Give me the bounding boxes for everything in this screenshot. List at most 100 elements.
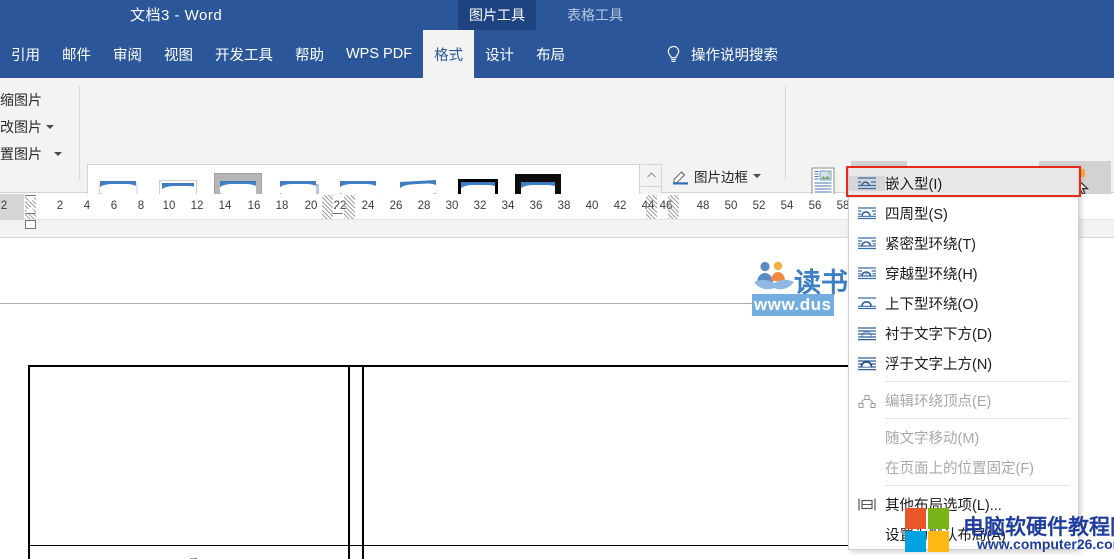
menu-item-label: 穿越型环绕(H): [885, 263, 978, 284]
menu-item-move-with-text: 随文字移动(M): [849, 422, 1078, 452]
tab-review[interactable]: 审阅: [102, 30, 153, 78]
ruler-tick: 48: [697, 200, 710, 212]
ruler-tick: 28: [418, 200, 431, 212]
menu-item-label: 紧密型环绕(T): [885, 233, 976, 254]
lightbulb-icon: [665, 45, 682, 64]
ruler-tick: 42: [614, 200, 627, 212]
compress-pictures-label: 缩图片: [0, 90, 42, 110]
ruler-tick: 50: [725, 200, 738, 212]
menu-item-in-front-of-text[interactable]: 浮于文字上方(N): [849, 348, 1078, 378]
menu-separator: [885, 418, 1070, 419]
title-bar: 文档3 - Word 图片工具 表格工具: [0, 0, 1114, 30]
tab-help[interactable]: 帮助: [284, 30, 335, 78]
change-picture-label: 改图片: [0, 117, 42, 137]
ruler-tick: 36: [530, 200, 543, 212]
ruler-tick: 2: [1, 200, 7, 212]
picture-border-label: 图片边框: [694, 166, 748, 186]
ruler-tick: 32: [474, 200, 487, 212]
menu-item-square[interactable]: 四周型(S): [849, 198, 1078, 228]
gallery-scroll-up-button[interactable]: [641, 165, 661, 187]
ruler-tick: 4: [84, 200, 90, 212]
menu-item-behind-text[interactable]: 衬于文字下方(D): [849, 318, 1078, 348]
group-separator: [79, 86, 80, 180]
ruler-tick: 38: [558, 200, 571, 212]
header-separator: [0, 303, 805, 304]
document-page[interactable]: [0, 238, 852, 559]
ruler-tick: 6: [111, 200, 117, 212]
wrap-tight-icon: [849, 236, 885, 251]
tab-developer[interactable]: 开发工具: [204, 30, 284, 78]
menu-item-tight[interactable]: 紧密型环绕(T): [849, 228, 1078, 258]
menu-item-label: 浮于文字上方(N): [885, 353, 992, 374]
layout-options-icon: [849, 497, 885, 512]
chevron-down-icon: [753, 174, 761, 178]
menu-separator: [885, 381, 1070, 382]
table-row-divider: [28, 545, 863, 546]
ruler-tick: 8: [138, 200, 144, 212]
menu-separator: [885, 485, 1070, 486]
picture-border-icon: [672, 168, 689, 185]
wrap-in-front-icon: [849, 356, 885, 371]
ruler-tick: 56: [809, 200, 822, 212]
wrap-inline-icon: [849, 176, 885, 191]
tab-mailings[interactable]: 邮件: [51, 30, 102, 78]
menu-item-through[interactable]: 穿越型环绕(H): [849, 258, 1078, 288]
ruler-tick: 34: [502, 200, 515, 212]
group-separator: [785, 86, 786, 180]
tab-design[interactable]: 设计: [474, 30, 525, 78]
tab-format[interactable]: 格式: [423, 30, 474, 78]
edit-wrap-points-icon: [849, 393, 885, 408]
ruler-tick: 24: [362, 200, 375, 212]
ruler-tick: 16: [248, 200, 261, 212]
change-picture-button[interactable]: 改图片: [0, 113, 72, 140]
chevron-down-icon: [46, 125, 54, 129]
ruler-tick: 10: [163, 200, 176, 212]
ruler-tick: 40: [586, 200, 599, 212]
reset-picture-label: 置图片: [0, 144, 42, 164]
wrap-text-dropdown-menu[interactable]: 嵌入型(I) 四周型(S) 紧密型环绕(T): [848, 166, 1079, 550]
tab-stop-marker[interactable]: [322, 195, 333, 219]
tab-layout[interactable]: 布局: [525, 30, 576, 78]
tab-view[interactable]: 视图: [153, 30, 204, 78]
contextual-tab-picture-tools: 图片工具: [458, 0, 536, 30]
menu-item-label: 在页面上的位置固定(F): [885, 457, 1034, 478]
menu-item-label: 衬于文字下方(D): [885, 323, 992, 344]
ruler-tick: 2: [57, 200, 63, 212]
windows-logo-icon: [905, 508, 950, 553]
ribbon-tabs: 引用 邮件 审阅 视图 开发工具 帮助 WPS PDF 格式 设计 布局: [0, 30, 576, 78]
ruler-tick: 54: [781, 200, 794, 212]
table-border-top: [28, 365, 863, 367]
compress-pictures-button[interactable]: 缩图片: [0, 86, 72, 113]
contextual-tab-table-tools: 表格工具: [538, 0, 652, 30]
menu-item-inline-with-text[interactable]: 嵌入型(I): [849, 168, 1078, 198]
tab-wps-pdf[interactable]: WPS PDF: [335, 30, 423, 78]
ruler-tick: 14: [219, 200, 232, 212]
ruler-tick: 30: [446, 200, 459, 212]
table-column-divider: [362, 365, 364, 559]
tell-me-label: 操作说明搜索: [691, 44, 778, 65]
tab-stop-marker[interactable]: [344, 195, 355, 219]
reset-picture-button[interactable]: 置图片: [0, 140, 72, 167]
menu-item-label: 四周型(S): [885, 203, 948, 224]
ribbon-tab-strip: 引用 邮件 审阅 视图 开发工具 帮助 WPS PDF 格式 设计 布局 操作说…: [0, 30, 1114, 78]
tab-stop-marker[interactable]: [668, 195, 679, 219]
menu-item-top-and-bottom[interactable]: 上下型环绕(O): [849, 288, 1078, 318]
ruler-tick: 18: [276, 200, 289, 212]
tab-stop-marker[interactable]: [646, 195, 657, 219]
tell-me-search[interactable]: 操作说明搜索: [665, 30, 778, 78]
wrap-square-icon: [849, 206, 885, 221]
word-window: 文档3 - Word 图片工具 表格工具 引用 邮件 审阅 视图 开发工具 帮助…: [0, 0, 1114, 559]
table-border-left: [28, 365, 30, 559]
document-title: 文档3 - Word: [130, 4, 222, 25]
picture-border-button[interactable]: 图片边框: [672, 164, 768, 188]
menu-item-label: 上下型环绕(O): [885, 293, 978, 314]
menu-item-label: 随文字移动(M): [885, 427, 979, 448]
chevron-down-icon: [54, 152, 62, 156]
left-indent-marker[interactable]: [25, 220, 36, 229]
tab-references[interactable]: 引用: [0, 30, 51, 78]
watermark-bottom: 电脑软硬件教程网 www.computer26.com: [905, 508, 1114, 559]
menu-item-label: 编辑环绕顶点(E): [885, 390, 991, 411]
wrap-behind-text-icon: [849, 326, 885, 341]
table-column-divider: [348, 365, 350, 559]
watermark-top-url: www.dus: [752, 294, 834, 316]
